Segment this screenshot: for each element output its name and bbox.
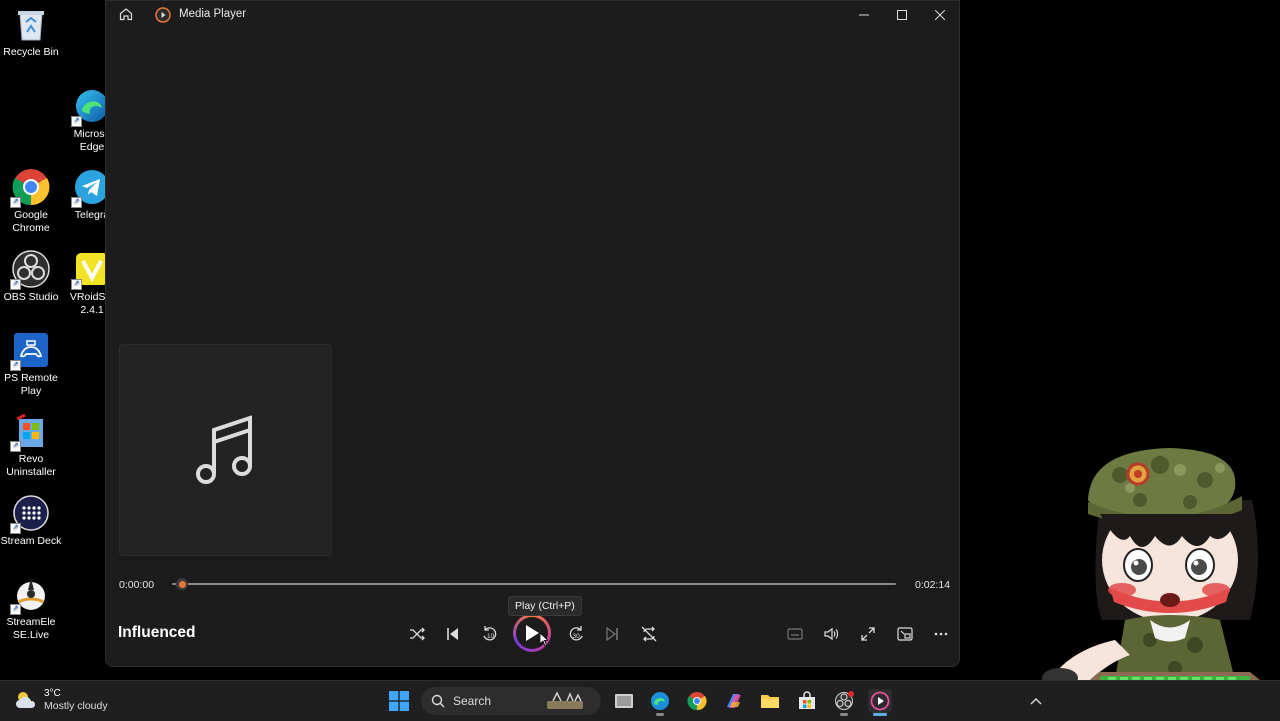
taskbar-edge[interactable] [648,689,672,716]
desktop-icon-label: Revo Uninstaller [6,453,56,478]
music-note-icon [195,415,252,484]
weather-condition: Mostly cloudy [44,700,108,712]
captions-button[interactable] [784,623,806,645]
svg-text:30: 30 [573,633,581,640]
desktop-icon-stream-deck[interactable]: ↗ Stream Deck [0,494,62,548]
desktop-icon-recycle-bin[interactable]: Recycle Bin [0,5,62,59]
skip-back-10-icon: 10 [483,626,497,641]
desktop-icon-label: StreamEle SE.Live [6,616,56,641]
start-button[interactable] [387,689,411,713]
chrome-icon [687,692,707,711]
next-button[interactable] [601,623,623,645]
taskbar-task-view[interactable] [612,689,636,713]
desktop-icon-label: PS Remote Play [4,372,58,397]
fullscreen-icon [861,627,875,641]
home-icon[interactable] [119,7,135,23]
taskbar-file-explorer[interactable] [758,689,782,713]
taskbar: 3°C Mostly cloudy [0,680,1280,721]
desktop-icon-streamelements[interactable]: ↗ StreamEle SE.Live [0,575,62,642]
taskbar-media-player[interactable] [868,689,892,716]
shuffle-icon [410,627,425,641]
stream-deck-icon: ↗ [10,494,50,534]
weather-temp: 3°C [44,688,61,699]
desktop-icon-label: Recycle Bin [3,46,59,58]
more-options-button[interactable] [930,623,952,645]
svg-text:10: 10 [487,633,495,640]
current-time: 0:00:00 [119,579,155,591]
recycle-bin-icon [12,5,50,43]
play-tooltip: Play (Ctrl+P) [508,596,582,616]
taskbar-search[interactable] [421,687,601,715]
media-player-icon [870,691,890,711]
close-button[interactable] [927,5,953,25]
vtuber-avatar [1042,448,1260,680]
taskbar-store[interactable] [795,689,819,713]
skip-forward-30-icon: 30 [569,626,583,641]
ps-remote-play-icon: ↗ [10,331,50,371]
captions-icon [787,628,803,640]
search-input[interactable] [451,693,545,709]
seek-thumb[interactable] [176,578,188,590]
task-view-icon [615,694,633,708]
media-player-app-icon [155,7,171,23]
repeat-off-icon [641,626,657,642]
volume-button[interactable] [820,623,842,645]
taskbar-copilot[interactable] [722,689,746,713]
next-icon [606,627,618,641]
previous-icon [447,628,458,640]
title-bar[interactable]: Media Player [106,1,959,29]
mini-player-icon [897,627,913,641]
play-icon [526,625,539,641]
taskbar-obs[interactable] [832,689,856,716]
repeat-button[interactable] [638,623,660,645]
desktop-icon-label: Stream Deck [0,535,62,547]
search-icon [431,694,445,708]
window-title: Media Player [179,8,247,20]
streamelements-icon: ↗ [10,575,50,615]
desktop-icon-chrome[interactable]: ↗ Google Chrome [0,168,62,235]
mouse-cursor-icon [540,633,548,647]
store-icon [799,691,815,709]
show-hidden-icons-button[interactable] [1024,689,1048,713]
maximize-button[interactable] [889,5,915,25]
desktop-icon-label: Google Chrome [12,209,50,234]
fullscreen-button[interactable] [857,623,879,645]
folder-icon [761,695,779,708]
skip-forward-30-button[interactable]: 30 [565,623,587,645]
total-time: 0:02:14 [915,579,951,591]
partly-cloudy-icon [16,692,36,708]
search-highlight-icon [547,691,583,709]
chevron-up-icon [1030,698,1042,705]
taskbar-chrome[interactable] [685,689,709,713]
desktop-icon-revo-uninstaller[interactable]: ↗ Revo Uninstaller [0,412,62,479]
volume-icon [824,627,839,641]
windows-icon [389,691,409,711]
desktop-icon-obs[interactable]: ↗ OBS Studio [0,250,62,304]
song-title: Influenced [118,624,196,641]
shuffle-button[interactable] [406,623,428,645]
media-player-window: Media Player 0:00:00 0:02:14 Influenced [105,0,960,667]
revo-uninstaller-icon: ↗ [10,412,50,452]
weather-widget[interactable]: 3°C Mostly cloudy [14,688,108,712]
copilot-icon [727,694,741,708]
obs-icon: ↗ [10,250,50,290]
previous-button[interactable] [442,623,464,645]
desktop-icon-ps-remote-play[interactable]: ↗ PS Remote Play [0,331,62,398]
edge-icon [651,692,669,710]
more-icon [934,632,948,636]
mini-player-button[interactable] [894,623,916,645]
album-art [119,344,332,556]
chrome-icon: ↗ [10,168,50,208]
desktop-icon-label: OBS Studio [3,291,59,303]
skip-back-10-button[interactable]: 10 [479,623,501,645]
minimize-button[interactable] [851,5,877,25]
obs-icon [835,691,854,710]
seek-bar[interactable] [172,583,896,585]
